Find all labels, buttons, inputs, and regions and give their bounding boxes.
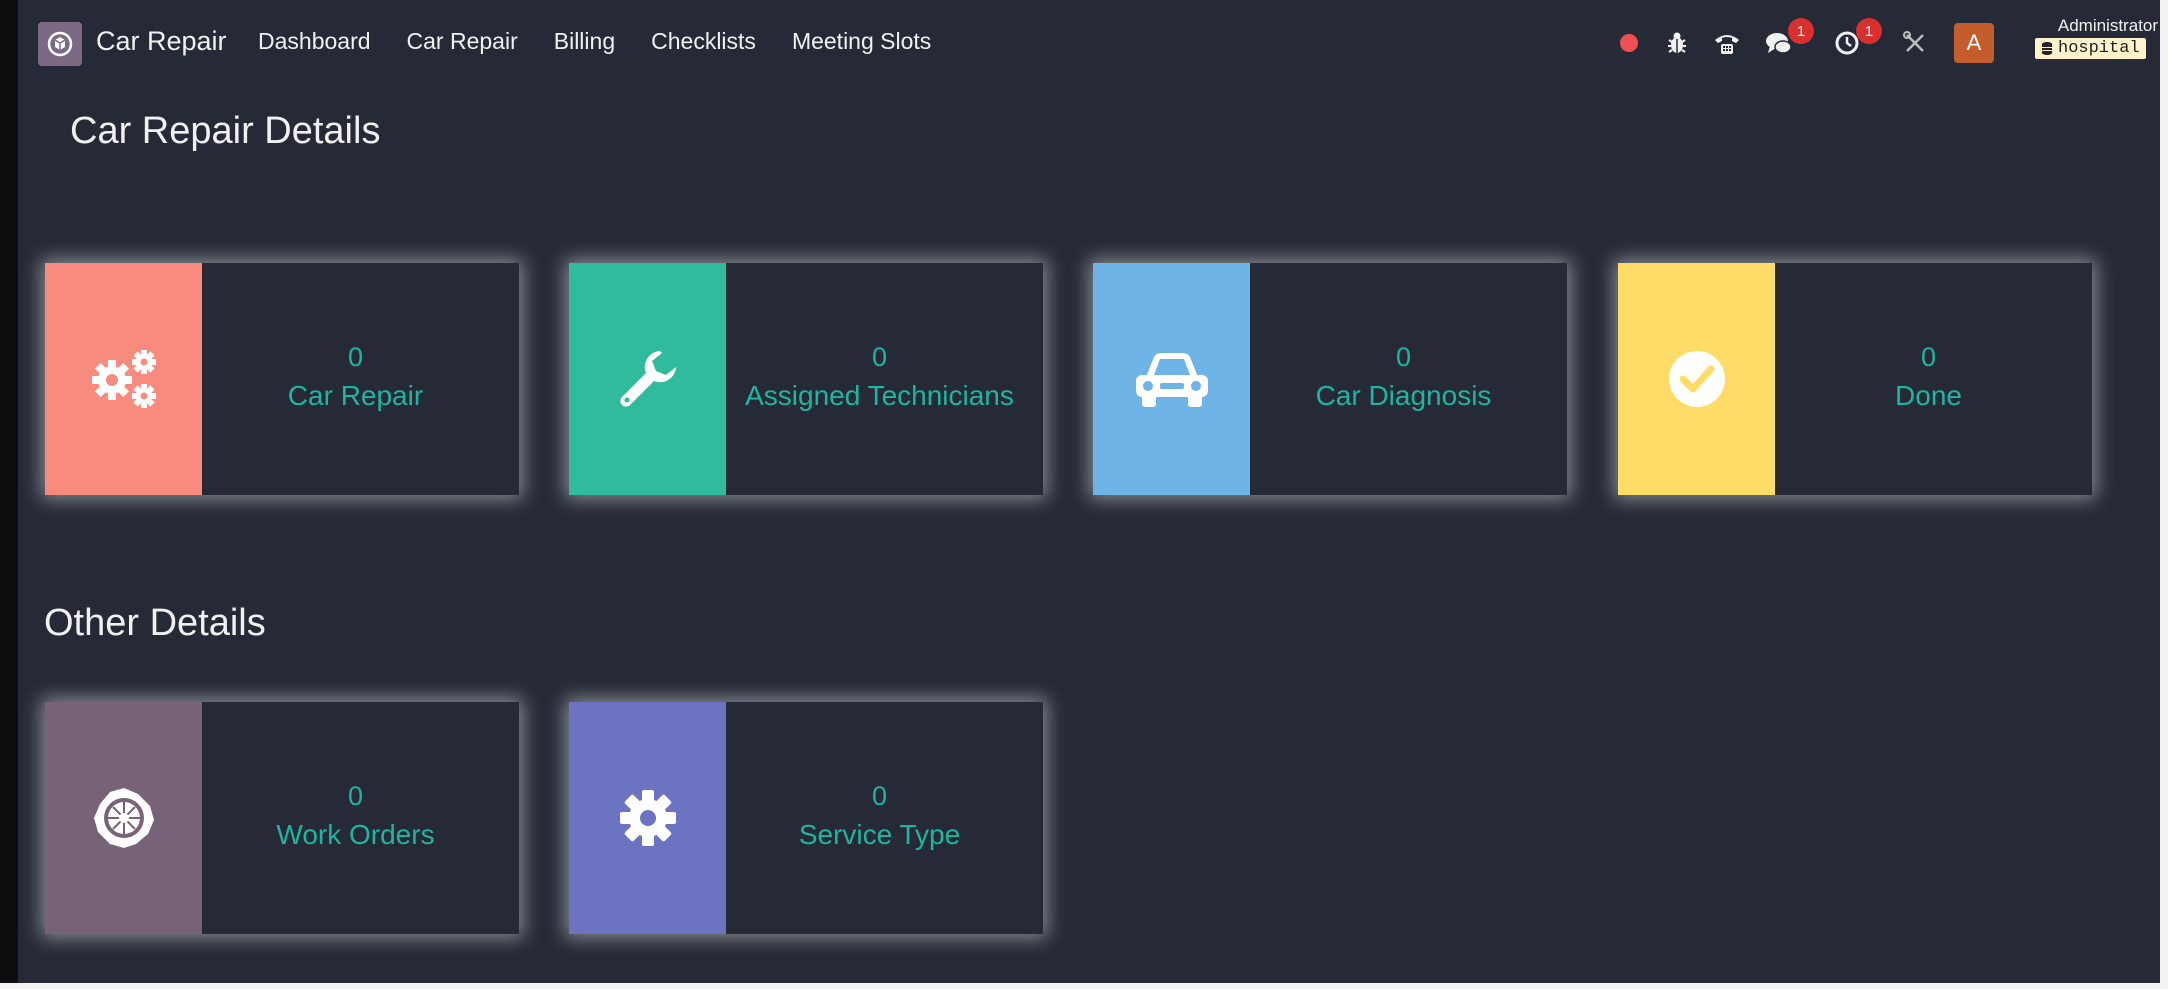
menu-item-billing[interactable]: Billing [554,28,615,55]
avatar[interactable]: A [1954,23,1994,63]
card-body: 0 Car Diagnosis [1250,263,1567,495]
database-name: hospital [2058,39,2140,58]
card-work-orders[interactable]: 0 Work Orders [45,702,519,934]
chat-icon[interactable]: 1 [1764,18,1814,58]
menu-item-meeting-slots[interactable]: Meeting Slots [792,28,931,55]
card-body: 0 Done [1775,263,2092,495]
card-body: 0 Service Type [726,702,1043,934]
window-left-edge [0,0,18,989]
app-logo-icon[interactable] [38,22,82,66]
car-icon [1093,263,1250,495]
section-title-other-details: Other Details [44,602,266,644]
card-service-type[interactable]: 0 Service Type [569,702,1043,934]
check-circle-icon [1618,263,1775,495]
card-label: Assigned Technicians [745,379,1014,411]
badge-icon [45,702,202,934]
card-assigned-technicians[interactable]: 0 Assigned Technicians [569,263,1043,495]
user-menu[interactable]: Administrator hospital [2033,16,2158,61]
bug-icon[interactable] [1662,28,1692,58]
menu-item-dashboard[interactable]: Dashboard [258,28,371,55]
gears-icon [45,263,202,495]
activities-badge: 1 [1856,18,1882,44]
card-body: 0 Car Repair [202,263,519,495]
top-navbar: Car Repair Dashboard Car Repair Billing … [18,0,2160,88]
card-count: 0 [1395,342,1412,373]
card-label: Done [1895,379,1962,411]
user-avatar[interactable]: A [1954,23,1994,63]
app-brand[interactable]: Car Repair [96,26,227,57]
card-label: Service Type [798,818,961,850]
card-count: 0 [1920,342,1937,373]
phone-icon[interactable] [1712,28,1742,58]
card-count: 0 [871,342,888,373]
tools-icon[interactable] [1900,28,1930,58]
database-chip: hospital [2035,38,2146,59]
systray: 1 1 A [1618,18,1994,68]
card-count: 0 [347,342,364,373]
section-title-car-repair: Car Repair Details [70,110,381,152]
card-label: Car Repair [287,379,424,411]
card-body: 0 Assigned Technicians [726,263,1043,495]
menu-item-checklists[interactable]: Checklists [651,28,756,55]
card-count: 0 [871,781,888,812]
card-car-diagnosis[interactable]: 0 Car Diagnosis [1093,263,1567,495]
card-done[interactable]: 0 Done [1618,263,2092,495]
database-icon [2042,42,2052,55]
card-body: 0 Work Orders [202,702,519,934]
window-right-edge [2160,0,2168,989]
main-menu: Dashboard Car Repair Billing Checklists … [258,28,931,55]
user-name[interactable]: Administrator [2033,16,2158,36]
card-label: Work Orders [276,818,435,850]
wrench-icon [569,263,726,495]
menu-item-car-repair[interactable]: Car Repair [407,28,518,55]
gear-icon [569,702,726,934]
card-car-repair[interactable]: 0 Car Repair [45,263,519,495]
card-label: Car Diagnosis [1315,379,1492,411]
messages-badge: 1 [1788,18,1814,44]
recording-dot-icon[interactable] [1618,34,1640,52]
window-bottom-edge [0,983,2168,989]
card-count: 0 [347,781,364,812]
clock-icon[interactable]: 1 [1832,18,1882,58]
